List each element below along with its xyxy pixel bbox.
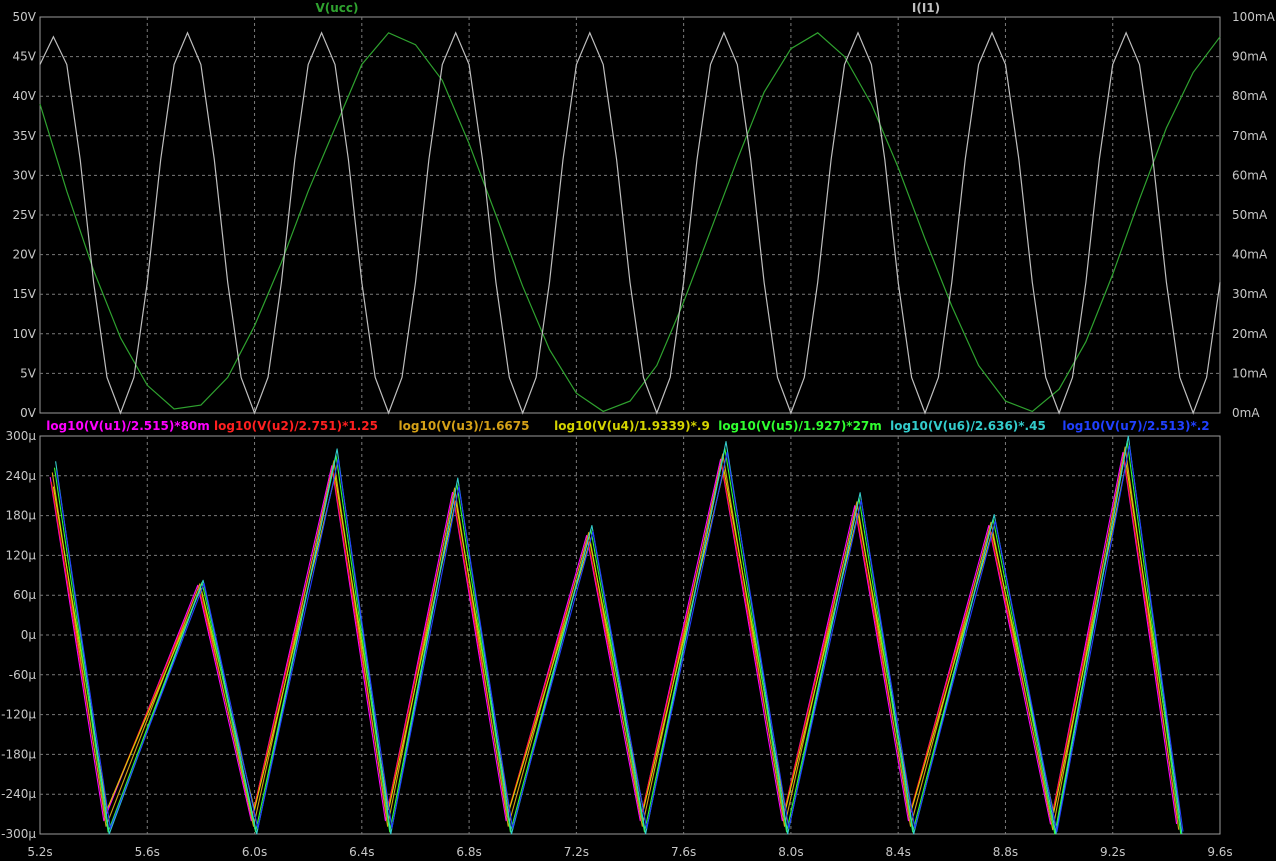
x-tick-label: 6.8s (456, 845, 481, 859)
bottom-tick-label: 0µ (21, 628, 37, 642)
trace-title-u6[interactable]: log10(V(u6)/2.636)*.45 (890, 419, 1046, 433)
x-tick-label: 7.2s (564, 845, 589, 859)
trace-title-u4[interactable]: log10(V(u4)/1.9339)*.9 (554, 419, 710, 433)
top-left-tick-label: 0V (20, 406, 37, 420)
top-left-tick-label: 30V (13, 168, 37, 182)
trace-title-vucc[interactable]: V(ucc) (315, 1, 358, 15)
top-right-tick-label: 70mA (1232, 129, 1268, 143)
trace-title-u3[interactable]: log10(V(u3)/1.6675 (399, 419, 530, 433)
x-tick-label: 9.6s (1207, 845, 1232, 859)
bottom-tick-label: 180µ (5, 509, 36, 523)
top-right-tick-label: 100mA (1232, 10, 1276, 24)
bottom-tick-label: -240µ (1, 787, 36, 801)
x-tick-label: 6.4s (349, 845, 374, 859)
bottom-tick-label: -300µ (1, 827, 36, 841)
top-left-tick-label: 10V (13, 327, 37, 341)
top-left-tick-label: 50V (13, 10, 37, 24)
top-right-tick-label: 20mA (1232, 327, 1268, 341)
x-axis: 5.2s 5.6s 6.0s 6.4s 6.8s 7.2s 7.6s 8.0s 8.4s 8.8s… (27, 845, 1232, 859)
x-tick-label: 8.8s (993, 845, 1018, 859)
bottom-left-axis: -300µ -240µ -180µ -120µ -60µ 0µ 60µ 120µ 180µ 240… (1, 429, 36, 841)
bottom-tick-label: -120µ (1, 708, 36, 722)
bottom-tick-label: 120µ (5, 548, 36, 562)
waveform-plot: 0V 5V 10V 15V 20V 25V 30V 35V 40V 45V 50V 0mA 10mA 2… (1, 1, 1276, 859)
x-tick-label: 8.4s (886, 845, 911, 859)
x-tick-label: 9.2s (1100, 845, 1125, 859)
bottom-tick-label: 240µ (5, 469, 36, 483)
top-right-tick-label: 30mA (1232, 287, 1268, 301)
trace-title-u1[interactable]: log10(V(u1)/2.515)*80m (46, 419, 210, 433)
top-right-tick-label: 80mA (1232, 89, 1268, 103)
top-right-axis: 0mA 10mA 20mA 30mA 40mA 50mA 60mA 70mA 80mA 90mA 1… (1232, 10, 1276, 420)
bottom-tick-label: 300µ (5, 429, 36, 443)
top-left-tick-label: 40V (13, 89, 37, 103)
x-tick-label: 6.0s (242, 845, 267, 859)
top-left-tick-label: 35V (13, 129, 37, 143)
bottom-tick-label: -180µ (1, 747, 36, 761)
top-right-tick-label: 10mA (1232, 366, 1268, 380)
bottom-tick-label: 60µ (13, 588, 36, 602)
top-left-axis: 0V 5V 10V 15V 20V 25V 30V 35V 40V 45V 50V (13, 10, 37, 420)
top-left-tick-label: 20V (13, 248, 37, 262)
top-right-tick-label: 60mA (1232, 168, 1268, 182)
top-right-tick-label: 50mA (1232, 208, 1268, 222)
top-left-tick-label: 15V (13, 287, 37, 301)
x-tick-label: 5.2s (27, 845, 52, 859)
x-tick-label: 8.0s (778, 845, 803, 859)
top-left-tick-label: 25V (13, 208, 37, 222)
top-left-tick-label: 5V (20, 366, 37, 380)
bottom-tick-label: -60µ (9, 668, 37, 682)
trace-title-ii1[interactable]: I(I1) (912, 1, 940, 15)
bottom-trace-titles: log10(V(u1)/2.515)*80m log10(V(u2)/2.751)… (46, 419, 1209, 433)
trace-title-u2[interactable]: log10(V(u2)/2.751)*1.25 (214, 419, 378, 433)
top-right-tick-label: 0mA (1232, 406, 1260, 420)
top-right-tick-label: 40mA (1232, 248, 1268, 262)
trace-title-u5[interactable]: log10(V(u5)/1.927)*27m (718, 419, 882, 433)
x-tick-label: 7.6s (671, 845, 696, 859)
top-left-tick-label: 45V (13, 50, 37, 64)
trace-title-u7[interactable]: log10(V(u7)/2.513)*.2 (1062, 419, 1209, 433)
top-right-tick-label: 90mA (1232, 50, 1268, 64)
x-tick-label: 5.6s (135, 845, 160, 859)
